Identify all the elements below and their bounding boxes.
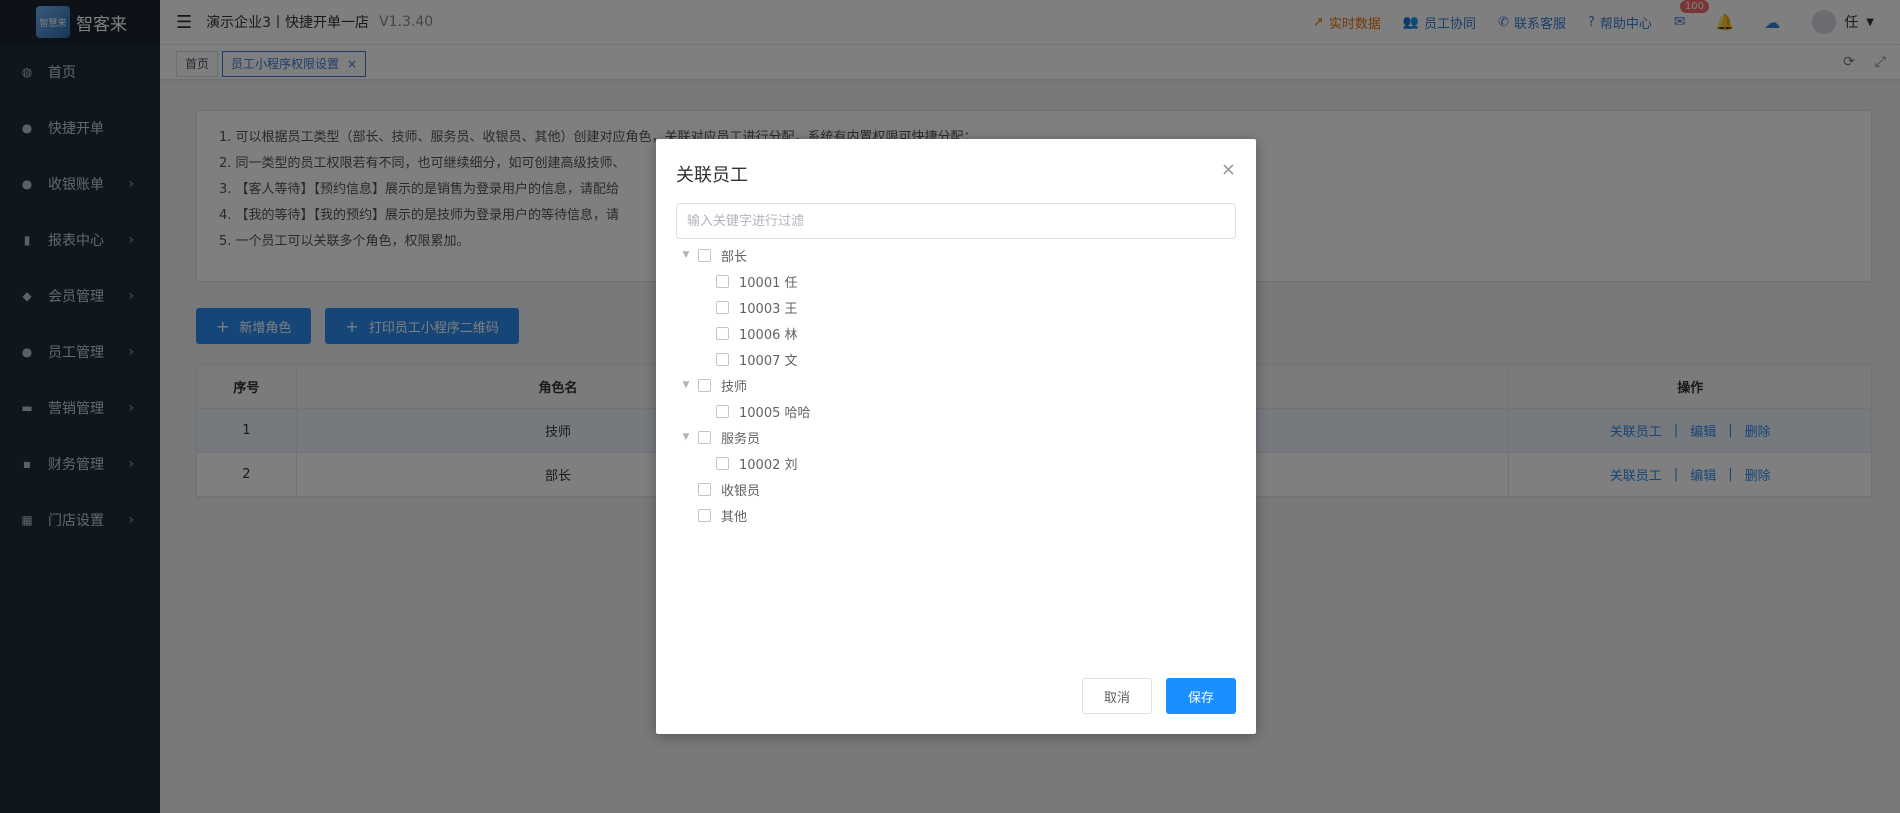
checkbox[interactable] [698, 482, 711, 496]
checkbox[interactable] [698, 248, 711, 262]
tree-node-label: 10007 文 [739, 353, 798, 369]
checkbox[interactable] [716, 456, 729, 470]
checkbox[interactable] [698, 378, 711, 392]
cancel-button[interactable]: 取消 [1082, 678, 1152, 714]
tree-node-staff[interactable]: ▼ 10006 林 [680, 320, 1236, 346]
filter-input[interactable] [676, 203, 1236, 239]
caret-down-icon[interactable]: ▼ [680, 432, 692, 442]
tree-node-group[interactable]: ▼ 部长 [680, 242, 1236, 268]
checkbox[interactable] [716, 352, 729, 366]
tree-node-staff[interactable]: ▼ 10002 刘 [680, 450, 1236, 476]
dialog-footer: 取消 保存 [1082, 678, 1236, 714]
tree-node-label: 收银员 [721, 483, 761, 499]
staff-tree: ▼ 部长 ▼ 10001 任 ▼ 10003 王 ▼ 10006 林 ▼ 100… [680, 242, 1236, 528]
link-staff-dialog: 关联员工 × ▼ 部长 ▼ 10001 任 ▼ 10003 王 ▼ 10006 … [656, 139, 1256, 734]
tree-node-label: 技师 [721, 379, 748, 395]
tree-node-group[interactable]: ▼ 服务员 [680, 424, 1236, 450]
tree-node-staff[interactable]: ▼ 10003 王 [680, 294, 1236, 320]
checkbox[interactable] [698, 430, 711, 444]
tree-node-label: 10003 王 [739, 301, 798, 317]
tree-node-group[interactable]: ▼ 收银员 [680, 476, 1236, 502]
checkbox[interactable] [716, 326, 729, 340]
checkbox[interactable] [698, 508, 711, 522]
tree-node-staff[interactable]: ▼ 10007 文 [680, 346, 1236, 372]
tree-node-staff[interactable]: ▼ 10005 哈哈 [680, 398, 1236, 424]
tree-node-label: 10002 刘 [739, 457, 798, 473]
tree-node-label: 部长 [721, 249, 748, 265]
close-icon[interactable]: × [1221, 159, 1236, 180]
tree-node-group[interactable]: ▼ 其他 [680, 502, 1236, 528]
tree-node-label: 10005 哈哈 [739, 405, 811, 421]
caret-down-icon[interactable]: ▼ [680, 250, 692, 260]
checkbox[interactable] [716, 274, 729, 288]
tree-node-group[interactable]: ▼ 技师 [680, 372, 1236, 398]
checkbox[interactable] [716, 300, 729, 314]
tree-node-staff[interactable]: ▼ 10001 任 [680, 268, 1236, 294]
tree-node-label: 10001 任 [739, 275, 798, 291]
save-button[interactable]: 保存 [1166, 678, 1236, 714]
tree-node-label: 10006 林 [739, 327, 798, 343]
caret-down-icon[interactable]: ▼ [680, 380, 692, 390]
dialog-title: 关联员工 [676, 165, 748, 186]
tree-node-label: 其他 [721, 509, 748, 525]
tree-node-label: 服务员 [721, 431, 761, 447]
checkbox[interactable] [716, 404, 729, 418]
